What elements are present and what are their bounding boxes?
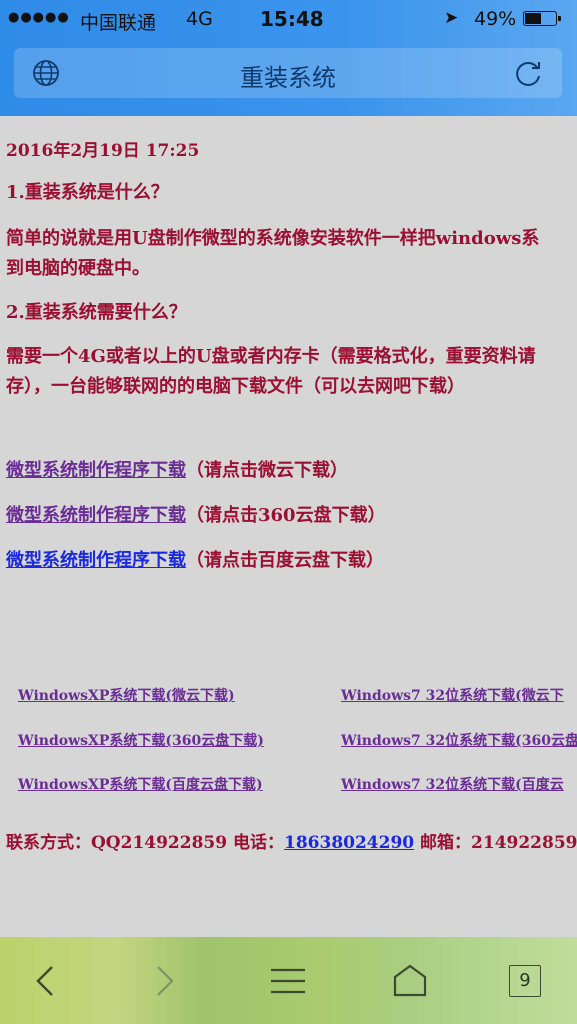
forward-icon[interactable] xyxy=(144,961,184,1001)
signal-strength-icon: ●●●●● xyxy=(8,10,70,25)
download-row-360: 微型系统制作程序下载（请点击360云盘下载） xyxy=(6,501,386,527)
menu-icon[interactable] xyxy=(268,961,308,1001)
address-bar[interactable]: 重装系统 xyxy=(14,48,562,98)
xp-download-baidu-link[interactable]: WindowsXP系统下载(百度云盘下载) xyxy=(18,774,263,794)
status-time: 15:48 xyxy=(260,7,324,31)
back-icon[interactable] xyxy=(28,961,68,1001)
browser-toolbar: 9 xyxy=(0,937,577,1024)
answer-1-line-2: 到电脑的硬盘中。 xyxy=(6,258,150,279)
network-type: 4G xyxy=(186,8,213,30)
phone-screen: ●●●●● 中国联通 4G 15:48 ➤ 49% 重装系统 2016年2月19… xyxy=(0,0,577,1024)
win7-download-weiyun-link[interactable]: Windows7 32位系统下载(微云下 xyxy=(341,685,564,705)
location-arrow-icon: ➤ xyxy=(444,8,459,28)
win7-download-baidu-link[interactable]: Windows7 32位系统下载(百度云 xyxy=(341,774,564,794)
answer-1-line-1: 简单的说就是用U盘制作微型的系统像安装软件一样把windows系 xyxy=(6,228,540,249)
article-date: 2016年2月19日 17:25 xyxy=(6,141,200,161)
question-2: 2.重装系统需要什么？ xyxy=(6,302,187,323)
article-content: 2016年2月19日 17:25 1.重装系统是什么？ 简单的说就是用U盘制作微… xyxy=(0,116,577,936)
tabs-button[interactable]: 9 xyxy=(509,965,541,997)
contact-label: 联系方式：QQ214922859 电话： xyxy=(6,833,284,853)
download-note: （请点击360云盘下载） xyxy=(186,505,386,526)
phone-link[interactable]: 18638024290 xyxy=(284,833,414,853)
email-label: 邮箱：214922859@ xyxy=(414,833,577,853)
answer-2-line-1: 需要一个4G或者以上的U盘或者内存卡（需要格式化，重要资料请 xyxy=(6,346,536,367)
carrier-name: 中国联通 xyxy=(80,12,157,34)
download-note: （请点击百度云盘下载） xyxy=(186,550,384,571)
download-row-baidu: 微型系统制作程序下载（请点击百度云盘下载） xyxy=(6,546,384,572)
question-1: 1.重装系统是什么？ xyxy=(6,182,169,203)
browser-header: ●●●●● 中国联通 4G 15:48 ➤ 49% 重装系统 xyxy=(0,0,577,116)
xp-download-360-link[interactable]: WindowsXP系统下载(360云盘下载) xyxy=(18,730,264,750)
contact-info: 联系方式：QQ214922859 电话：18638024290 邮箱：21492… xyxy=(6,828,577,853)
xp-download-weiyun-link[interactable]: WindowsXP系统下载(微云下载) xyxy=(18,685,235,705)
battery-icon xyxy=(523,11,561,26)
status-bar: ●●●●● 中国联通 4G 15:48 ➤ 49% xyxy=(0,0,577,40)
answer-2-line-2: 存），一台能够联网的的电脑下载文件（可以去网吧下载） xyxy=(6,376,465,397)
battery-percentage: 49% xyxy=(474,8,517,30)
reload-icon[interactable] xyxy=(514,59,544,89)
download-note: （请点击微云下载） xyxy=(186,460,348,481)
win7-download-360-link[interactable]: Windows7 32位系统下载(360云盘 xyxy=(341,730,577,750)
download-link-weiyun[interactable]: 微型系统制作程序下载 xyxy=(6,460,186,481)
page-title: 重装系统 xyxy=(240,64,336,92)
download-link-baidu[interactable]: 微型系统制作程序下载 xyxy=(6,550,186,571)
download-link-360[interactable]: 微型系统制作程序下载 xyxy=(6,505,186,526)
home-icon[interactable] xyxy=(390,961,430,1001)
download-row-weiyun: 微型系统制作程序下载（请点击微云下载） xyxy=(6,456,348,482)
